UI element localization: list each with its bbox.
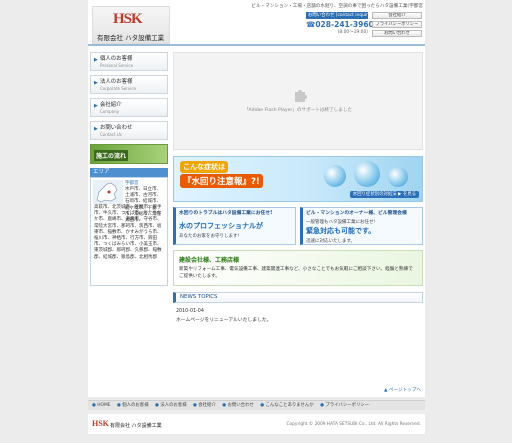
contact-hours: (8:00〜19:00) <box>337 30 368 35</box>
area-box: 宇都宮 水戸市、日立市、土浦市、古河市、石岡市、結城市、龍ケ崎市、下妻市、常総市… <box>90 177 168 286</box>
area-title: エリア <box>90 168 168 177</box>
header: HSK 有限会社 ハタ設備工業 ビル・マンション・工場・店舗の水廻り、空調の事で… <box>88 0 425 46</box>
box-subtext: あなたのお家をお守りします! <box>179 234 240 239</box>
area-label: 宇都宮 <box>125 181 139 186</box>
sidebar-item-sub: Contact Us <box>100 132 122 137</box>
footer-nav-symptoms[interactable]: ● こんなことありませんか <box>260 403 313 408</box>
footer-company-name: 有限会社 ハタ設備工業 <box>110 423 162 429</box>
header-privacy-button[interactable]: プライバシーポリシー <box>372 21 422 28</box>
box-highlight: 水のプロフェッショナルが <box>179 222 263 230</box>
map-icon <box>93 180 123 204</box>
area-text-below: 高萩市、北茨城市、笠間市、取手市、牛久市、つくば市、ひたちなか市、鹿嶋市、潮来市… <box>94 205 162 260</box>
sidebar-item-label: お問い合わせ <box>100 125 133 131</box>
footer-nav-contact[interactable]: ● お問い合わせ <box>222 403 254 408</box>
flash-placeholder: 「Adobe Flash Player」のサポートは終了しました <box>173 52 423 150</box>
flash-message: 「Adobe Flash Player」のサポートは終了しました <box>243 108 353 113</box>
box-subtext: 迅速に対応いたします。 <box>306 239 356 244</box>
page-container: HSK 有限会社 ハタ設備工業 ビル・マンション・工場・店舗の水廻り、空調の事で… <box>88 0 425 397</box>
arrow-icon: ▶ <box>94 57 98 63</box>
sidebar-item-corporate[interactable]: ▶ 法人のお客様 Corporate Service <box>90 75 168 94</box>
logo[interactable]: HSK 有限会社 ハタ設備工業 <box>92 6 170 44</box>
box-highlight: 緊急対応も可能です。 <box>306 227 376 235</box>
news-date: 2010-01-04 <box>176 309 204 314</box>
header-divider <box>88 44 425 46</box>
contact-panel: お問い合わせ [contact inquiry] ☎028-241-3960 (… <box>306 12 374 38</box>
arrow-icon: ▶ <box>94 126 98 132</box>
contact-title: お問い合わせ [contact inquiry] <box>306 12 368 19</box>
company-name: 有限会社 ハタ設備工業 <box>97 34 165 42</box>
box-heading: ビル・マンションのオーナー様、ビル管理会様 <box>306 211 407 216</box>
sidebar-item-sub: Corporate Service <box>100 86 137 91</box>
arrow-icon: ▶ <box>94 80 98 86</box>
header-contact-button[interactable]: お問い合わせ <box>372 30 422 37</box>
water-drop-icon <box>388 167 408 187</box>
copyright: Copyright © 2009 HATA SETSUBI Co., Ltd. … <box>286 422 421 427</box>
header-company-button[interactable]: 会社紹介 <box>372 12 422 19</box>
banner-link-button[interactable]: 水回り症状別の対処法 ▶ を見る <box>349 191 419 198</box>
construction-flow-banner[interactable]: 施工の流れ <box>90 144 168 164</box>
footer-logo[interactable]: HSK <box>92 419 109 428</box>
contact-phone: ☎028-241-3960 <box>306 20 374 29</box>
symptom-banner[interactable]: こんな症状は 『水回り注意報』?! 水回り症状別の対処法 ▶ を見る <box>173 156 423 202</box>
plugin-icon <box>295 90 307 102</box>
page-top-link[interactable]: ▲ ページトップへ <box>384 387 421 393</box>
main-content: 「Adobe Flash Player」のサポートは終了しました こんな症状は … <box>173 52 423 323</box>
owner-box[interactable]: ビル・マンションのオーナー様、ビル管理会様 一般管理もハタ設備工業にお任せ! 緊… <box>300 207 423 245</box>
box-heading: 水回りのトラブルはハタ設備工業にお任せ! <box>179 211 273 216</box>
news-item-link[interactable]: ホームページをリニューアルいたしました。 <box>173 316 423 323</box>
arrow-icon: ▶ <box>94 103 98 109</box>
construction-company-box[interactable]: 建設会社様、工務店様 新築やリフォーム工事、電気設備工事、建築関連工事など、小さ… <box>173 250 423 286</box>
footer: HSK 有限会社 ハタ設備工業 Copyright © 2009 HATA SE… <box>88 414 425 434</box>
sidebar-item-label: 個人のお客様 <box>100 56 133 62</box>
footer-nav-personal[interactable]: ● 個人のお客様 <box>117 403 149 408</box>
box-pretext: 一般管理もハタ設備工業にお任せ! <box>306 220 376 225</box>
sidebar: ▶ 個人のお客様 Personal Service ▶ 法人のお客様 Corpo… <box>90 52 168 286</box>
logo-mark: HSK <box>113 11 143 27</box>
news-heading: NEWS TOPICS <box>173 292 423 303</box>
tagline: ビル・マンション・工場・店舗の水廻り、空調の事で困ったらハタ設備工業(宇都宮 <box>251 4 423 9</box>
sidebar-item-personal[interactable]: ▶ 個人のお客様 Personal Service <box>90 52 168 71</box>
banner-line2: 『水回り注意報』?! <box>180 174 263 188</box>
water-drop-icon <box>354 161 380 187</box>
sidebar-item-sub: Personal Service <box>100 63 134 68</box>
water-drop-icon <box>324 165 346 187</box>
footer-nav-company[interactable]: ● 会社紹介 <box>193 403 216 408</box>
footer-nav: ● HOME ● 個人のお客様 ● 法人のお客様 ● 会社紹介 ● お問い合わせ… <box>88 400 425 410</box>
footer-nav-privacy[interactable]: ● プライバシーポリシー <box>320 403 369 408</box>
sidebar-item-label: 会社紹介 <box>100 102 122 108</box>
sidebar-item-company[interactable]: ▶ 会社紹介 Company <box>90 98 168 117</box>
sidebar-item-contact[interactable]: ▶ お問い合わせ Contact Us <box>90 121 168 140</box>
company-box-title: 建設会社様、工務店様 <box>179 257 240 264</box>
sidebar-item-sub: Company <box>100 109 120 114</box>
company-box-text: 新築やリフォーム工事、電気設備工事、建築関連工事など、小さなことでもお気軽にご相… <box>179 267 413 279</box>
sidebar-item-label: 法人のお客様 <box>100 79 133 85</box>
footer-nav-home[interactable]: ● HOME <box>92 403 111 408</box>
footer-nav-corporate[interactable]: ● 法人のお客様 <box>155 403 187 408</box>
banner-line1: こんな症状は <box>180 161 228 173</box>
water-pro-box[interactable]: 水回りのトラブルはハタ設備工業にお任せ! 水のプロフェッショナルが あなたのお家… <box>173 207 296 245</box>
flow-banner-label: 施工の流れ <box>94 150 129 161</box>
promo-boxes: 水回りのトラブルはハタ設備工業にお任せ! 水のプロフェッショナルが あなたのお家… <box>173 207 423 245</box>
